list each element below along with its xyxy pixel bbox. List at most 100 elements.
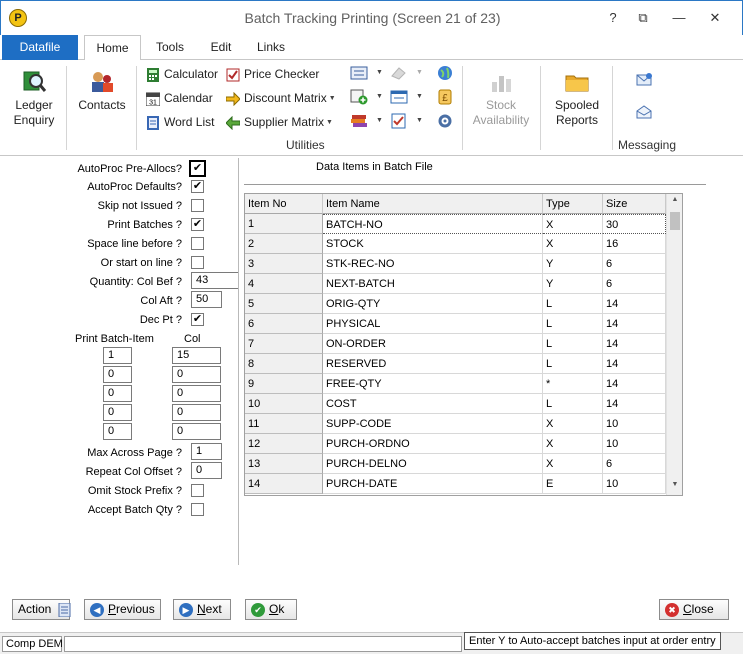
item-no-cell[interactable]: 11 [245,414,323,434]
word-list-button[interactable]: Word List [146,112,214,132]
space-line-before-checkbox[interactable] [191,237,204,250]
column-header-type[interactable]: Type [543,194,603,214]
item-no-cell[interactable]: 8 [245,354,323,374]
accept-batch-qty-checkbox[interactable] [191,503,204,516]
item-name-cell[interactable]: STOCK [323,234,543,254]
type-cell[interactable]: * [543,374,603,394]
repeat-col-offset-field[interactable]: 0 [191,462,222,479]
amount-icon[interactable]: £ [436,89,454,105]
type-cell[interactable]: Y [543,274,603,294]
ok-button[interactable]: ✔ Ok [245,599,297,620]
column-header-size[interactable]: Size [603,194,666,214]
type-cell[interactable]: L [543,354,603,374]
table-row[interactable]: 8 RESERVED L 14 [245,354,666,374]
action-button[interactable]: Action [12,599,71,620]
calculator-button[interactable]: Calculator [146,64,218,84]
item-no-cell[interactable]: 14 [245,474,323,494]
table-row[interactable]: 6 PHYSICAL L 14 [245,314,666,334]
item-name-cell[interactable]: ORIG-QTY [323,294,543,314]
table-row[interactable]: 9 FREE-QTY * 14 [245,374,666,394]
type-cell[interactable]: Y [543,254,603,274]
item-name-cell[interactable]: PHYSICAL [323,314,543,334]
max-across-page-field[interactable]: 1 [191,443,222,460]
size-cell[interactable]: 10 [603,414,666,434]
close-window-icon[interactable]: ✕ [703,8,727,28]
data-items-grid[interactable]: Item No Item Name Type Size 1 BATCH-NO X 30… [244,193,683,496]
item-no-cell[interactable]: 13 [245,454,323,474]
next-button[interactable]: ▶ Next [173,599,231,620]
item-name-cell[interactable]: NEXT-BATCH [323,274,543,294]
item-name-cell[interactable]: PURCH-ORDNO [323,434,543,454]
quantity-col-bef-field[interactable]: 43 [191,272,239,289]
col-aft-field[interactable]: 50 [191,291,222,308]
type-cell[interactable]: L [543,334,603,354]
dropdown-arrow-icon[interactable]: ▼ [416,69,423,76]
item-no-cell[interactable]: 7 [245,334,323,354]
item-no-cell[interactable]: 4 [245,274,323,294]
add-record-icon[interactable] [350,89,368,105]
eraser-icon[interactable] [390,65,408,81]
column-header-item-name[interactable]: Item Name [323,194,543,214]
item-name-cell[interactable]: FREE-QTY [323,374,543,394]
type-cell[interactable]: L [543,314,603,334]
size-cell[interactable]: 14 [603,334,666,354]
table-row[interactable]: 2 STOCK X 16 [245,234,666,254]
item-no-cell[interactable]: 2 [245,234,323,254]
autoproc-defaults-checkbox[interactable]: ✔ [191,180,204,193]
table-row[interactable]: 13 PURCH-DELNO X 6 [245,454,666,474]
omit-stock-prefix-checkbox[interactable] [191,484,204,497]
size-cell[interactable]: 6 [603,254,666,274]
dropdown-arrow-icon[interactable]: ▼ [416,93,423,100]
price-checker-button[interactable]: Price Checker [226,64,319,84]
type-cell[interactable]: E [543,474,603,494]
batch-item-field[interactable]: 0 [103,404,132,421]
type-cell[interactable]: L [543,294,603,314]
restore-icon[interactable]: ⧉ [631,8,655,28]
checklist-icon[interactable] [390,113,408,129]
size-cell[interactable]: 14 [603,394,666,414]
item-no-cell[interactable]: 5 [245,294,323,314]
help-icon[interactable]: ? [601,8,625,28]
start-on-line-checkbox[interactable] [191,256,204,269]
item-name-cell[interactable]: STK-REC-NO [323,254,543,274]
window-list-icon[interactable] [390,89,408,105]
table-row[interactable]: 12 PURCH-ORDNO X 10 [245,434,666,454]
batch-item-field[interactable]: 0 [103,385,132,402]
item-name-cell[interactable]: PURCH-DATE [323,474,543,494]
dropdown-arrow-icon[interactable]: ▼ [416,117,423,124]
item-no-cell[interactable]: 12 [245,434,323,454]
type-cell[interactable]: X [543,414,603,434]
type-cell[interactable]: L [543,394,603,414]
batch-item-field[interactable]: 0 [103,423,132,440]
batch-item-field[interactable]: 1 [103,347,132,364]
scroll-up-icon[interactable]: ▲ [667,196,682,208]
scroll-down-icon[interactable]: ▼ [667,481,682,493]
ledger-enquiry-button[interactable]: Ledger Enquiry [8,70,60,128]
tab-datafile[interactable]: Datafile [2,35,78,60]
table-row[interactable]: 3 STK-REC-NO Y 6 [245,254,666,274]
item-no-cell[interactable]: 1 [245,214,323,234]
discount-matrix-button[interactable]: Discount Matrix ▼ [226,88,336,108]
table-row[interactable]: 7 ON-ORDER L 14 [245,334,666,354]
previous-button[interactable]: ◀ Previous [84,599,161,620]
type-cell[interactable]: X [543,234,603,254]
tab-links[interactable]: Links [248,35,294,60]
batch-item-col-field[interactable]: 0 [172,385,221,402]
send-message-icon[interactable] [636,72,654,88]
stock-availability-button[interactable]: Stock Availability [470,70,532,128]
size-cell[interactable]: 10 [603,434,666,454]
size-cell[interactable]: 6 [603,454,666,474]
item-no-cell[interactable]: 6 [245,314,323,334]
tab-edit[interactable]: Edit [200,35,242,60]
dec-pt-checkbox[interactable]: ✔ [191,313,204,326]
size-cell[interactable]: 14 [603,294,666,314]
settings-gear-icon[interactable] [436,113,454,129]
size-cell[interactable]: 30 [603,214,666,234]
item-name-cell[interactable]: PURCH-DELNO [323,454,543,474]
stack-books-icon[interactable] [350,113,368,129]
close-button[interactable]: ✖ Close [659,599,729,620]
table-row[interactable]: 14 PURCH-DATE E 10 [245,474,666,494]
dropdown-arrow-icon[interactable]: ▼ [376,69,383,76]
column-header-item-no[interactable]: Item No [245,194,323,214]
type-cell[interactable]: X [543,434,603,454]
